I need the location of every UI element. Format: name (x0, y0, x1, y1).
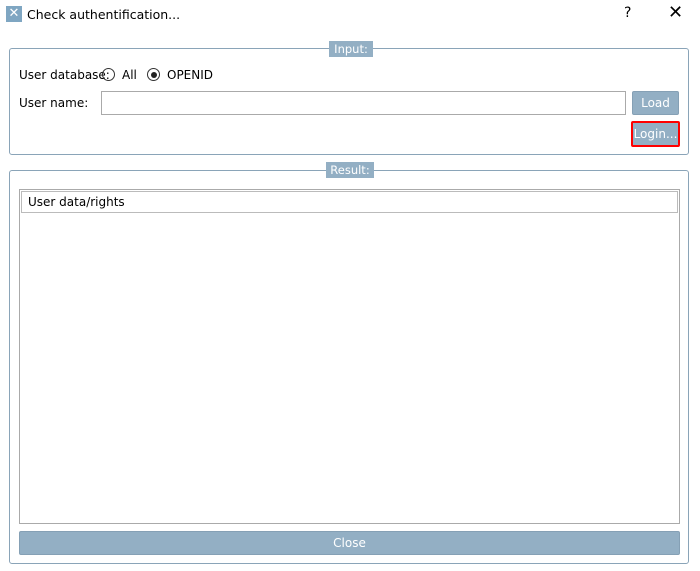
radio-openid[interactable] (147, 68, 160, 81)
login-button[interactable]: Login... (631, 121, 680, 147)
close-button[interactable]: Close (19, 531, 680, 555)
radio-openid-label[interactable]: OPENID (167, 68, 213, 82)
user-name-label: User name: (19, 96, 89, 110)
load-button[interactable]: Load (632, 91, 679, 115)
user-name-input[interactable] (101, 91, 626, 115)
result-list[interactable]: User data/rights (19, 189, 680, 524)
radio-all[interactable] (102, 68, 115, 81)
radio-all-label[interactable]: All (122, 68, 137, 82)
tools-icon: ✕ (6, 6, 22, 22)
window-title: Check authentification... (27, 7, 181, 22)
close-window-button[interactable]: ✕ (668, 2, 683, 23)
user-database-label: User database: (19, 68, 110, 82)
column-header[interactable]: User data/rights (21, 191, 678, 213)
input-legend: Input: (329, 41, 373, 57)
result-legend: Result: (326, 162, 374, 178)
help-button[interactable]: ? (624, 5, 631, 21)
